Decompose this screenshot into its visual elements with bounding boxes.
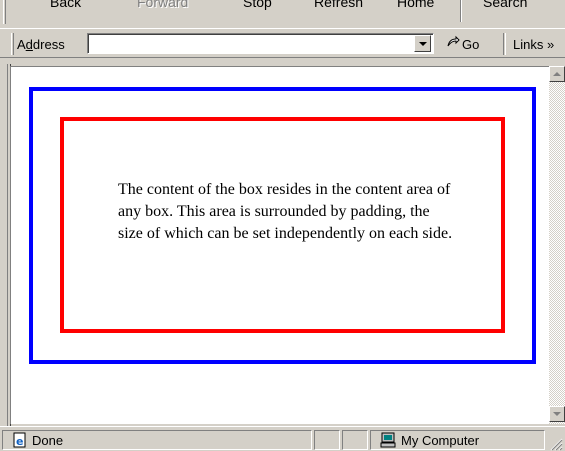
refresh-button[interactable]: Refresh <box>314 0 363 10</box>
home-button[interactable]: Home <box>397 0 434 10</box>
go-arrow-icon <box>446 35 462 52</box>
stop-button[interactable]: Stop <box>243 0 272 10</box>
zone-text: My Computer <box>401 433 480 448</box>
forward-button[interactable]: Forward <box>137 0 188 10</box>
window-frame-edge <box>0 58 11 426</box>
go-button[interactable]: Go <box>446 35 479 53</box>
vertical-scrollbar[interactable] <box>549 66 565 424</box>
toolbar-grip[interactable] <box>3 0 6 24</box>
forward-label: Forward <box>137 0 189 10</box>
scroll-down-button[interactable] <box>549 406 565 422</box>
chevron-down-icon <box>419 42 427 46</box>
refresh-label: Refresh <box>314 0 364 10</box>
arrow-down-icon <box>553 412 561 416</box>
status-panel-progress <box>314 430 340 450</box>
back-label: Back <box>50 0 82 10</box>
go-label: Go <box>462 37 480 52</box>
address-dropdown-button[interactable] <box>414 35 431 52</box>
content-paragraph: The content of the box resides in the co… <box>118 181 453 242</box>
resize-grip-icon[interactable] <box>547 435 563 451</box>
stop-label: Stop <box>243 0 272 10</box>
links-button[interactable]: Links » <box>513 37 554 52</box>
status-text: Done <box>32 433 64 448</box>
links-label: Links » <box>513 37 555 52</box>
address-label-text: Address <box>17 37 65 52</box>
arrow-up-icon <box>553 72 561 76</box>
address-bar: Address Go Links » <box>0 28 565 58</box>
address-label: Address <box>17 37 65 52</box>
svg-text:e: e <box>16 435 23 448</box>
toolbar-separator <box>460 0 462 22</box>
status-panel-secure <box>342 430 368 450</box>
home-label: Home <box>397 0 435 10</box>
ie-page-icon: e <box>12 432 28 448</box>
my-computer-icon <box>380 432 396 448</box>
address-input[interactable] <box>87 33 434 54</box>
search-label: Search <box>483 0 528 10</box>
search-button[interactable]: Search <box>483 0 527 10</box>
address-bar-grip[interactable] <box>11 33 14 55</box>
scroll-up-button[interactable] <box>549 66 565 82</box>
standard-toolbar: Back Forward Stop Refresh Home Search <box>0 0 565 28</box>
back-button[interactable]: Back <box>50 0 81 10</box>
status-bar: e Done My Computer <box>0 426 565 451</box>
links-separator <box>503 33 506 55</box>
